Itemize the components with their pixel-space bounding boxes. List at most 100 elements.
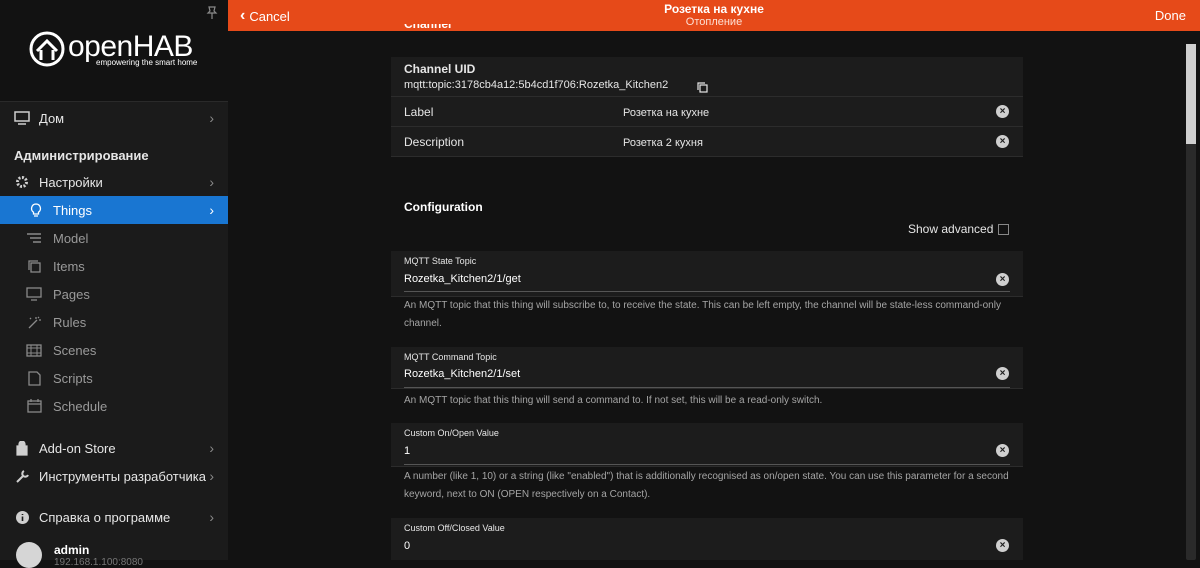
sidebar-item-label: Scenes bbox=[53, 342, 97, 358]
sidebar-item-label: Add-on Store bbox=[39, 440, 116, 456]
page-title: Розетка на кухне bbox=[664, 2, 764, 16]
off-value-input[interactable]: 0 bbox=[404, 540, 410, 552]
sidebar-item-things[interactable]: Things › bbox=[0, 196, 228, 224]
field-underline bbox=[404, 464, 1010, 465]
sidebar-item-label: Schedule bbox=[53, 398, 108, 414]
sidebar-item-help[interactable]: Справка о программе › bbox=[0, 503, 228, 531]
user-address: 192.168.1.100:8080 bbox=[54, 557, 143, 568]
label-row[interactable]: Label Розетка на кухне × bbox=[391, 97, 1023, 127]
label-key: Label bbox=[404, 105, 434, 119]
clear-icon[interactable]: × bbox=[996, 367, 1009, 380]
clear-icon[interactable]: × bbox=[996, 105, 1009, 118]
sidebar-item-model[interactable]: Model bbox=[0, 224, 228, 252]
sidebar: openHAB empowering the smart home Дом › … bbox=[0, 0, 228, 568]
on-value-input[interactable]: 1 bbox=[404, 445, 410, 457]
chevron-right-icon: › bbox=[209, 468, 214, 484]
configuration-title: Configuration bbox=[404, 200, 483, 214]
field-label: Custom Off/Closed Value bbox=[404, 523, 505, 533]
field-help-text: An MQTT topic that this thing will subsc… bbox=[404, 300, 1001, 329]
sidebar-item-settings[interactable]: Настройки › bbox=[0, 168, 228, 196]
shopping-bag-icon bbox=[14, 440, 30, 456]
sidebar-item-label: Model bbox=[53, 230, 89, 246]
field-underline bbox=[404, 387, 1010, 388]
sidebar-item-label: Pages bbox=[53, 286, 90, 302]
sidebar-item-developer-tools[interactable]: Инструменты разработчика › bbox=[0, 462, 228, 490]
sidebar-item-label: Scripts bbox=[53, 370, 93, 386]
calendar-icon bbox=[26, 398, 42, 414]
config-field-command-topic[interactable]: MQTT Command Topic Rozetka_Kitchen2/1/se… bbox=[391, 347, 1023, 389]
sidebar-item-schedule[interactable]: Schedule bbox=[0, 392, 228, 420]
description-key: Description bbox=[404, 135, 465, 149]
sidebar-item-label: Справка о программе bbox=[39, 509, 171, 525]
items-icon bbox=[26, 258, 42, 274]
config-field-state-topic[interactable]: MQTT State Topic Rozetka_Kitchen2/1/get … bbox=[391, 251, 1023, 297]
avatar bbox=[16, 542, 42, 568]
field-label: MQTT Command Topic bbox=[404, 352, 497, 362]
description-input[interactable]: Розетка 2 кухня bbox=[623, 137, 703, 149]
chevron-right-icon: › bbox=[209, 110, 214, 126]
lightbulb-icon bbox=[28, 202, 44, 218]
gear-icon bbox=[14, 174, 30, 190]
channel-uid-row: Channel UID mqtt:topic:3178cb4a12:5b4cd1… bbox=[391, 57, 1023, 97]
pin-icon[interactable] bbox=[206, 6, 220, 20]
sidebar-item-label: Дом bbox=[39, 110, 65, 126]
show-advanced-checkbox[interactable] bbox=[998, 223, 1010, 235]
logo-area: openHAB empowering the smart home bbox=[0, 0, 228, 102]
channel-uid-value: mqtt:topic:3178cb4a12:5b4cd1f706:Rozetka… bbox=[404, 79, 669, 91]
channel-section-title: Channel bbox=[404, 24, 452, 31]
command-topic-input[interactable]: Rozetka_Kitchen2/1/set bbox=[404, 368, 520, 380]
sidebar-item-scenes[interactable]: Scenes bbox=[0, 336, 228, 364]
sidebar-item-addon-store[interactable]: Add-on Store › bbox=[0, 434, 228, 462]
scrollbar[interactable] bbox=[1186, 44, 1196, 560]
clear-icon[interactable]: × bbox=[996, 539, 1009, 552]
magic-wand-icon bbox=[26, 314, 42, 330]
field-label: MQTT State Topic bbox=[404, 256, 477, 266]
field-label: Custom On/Open Value bbox=[404, 428, 499, 438]
config-field-on-value[interactable]: Custom On/Open Value 1 × bbox=[391, 423, 1023, 467]
sidebar-item-label: Items bbox=[53, 258, 85, 274]
user-name: admin bbox=[54, 543, 90, 557]
sidebar-item-pages[interactable]: Pages bbox=[0, 280, 228, 308]
film-icon bbox=[26, 342, 42, 358]
monitor-icon bbox=[14, 110, 30, 126]
logo-tagline: empowering the smart home bbox=[96, 58, 198, 67]
channel-uid-label: Channel UID bbox=[404, 62, 476, 76]
list-icon bbox=[26, 230, 42, 246]
state-topic-input[interactable]: Rozetka_Kitchen2/1/get bbox=[404, 273, 521, 285]
clear-icon[interactable]: × bbox=[996, 444, 1009, 457]
show-advanced-label: Show advanced bbox=[908, 222, 994, 236]
chevron-right-icon: › bbox=[209, 174, 214, 190]
description-row[interactable]: Description Розетка 2 кухня × bbox=[391, 127, 1023, 157]
chevron-right-icon: › bbox=[209, 202, 214, 218]
info-icon bbox=[14, 509, 30, 525]
display-icon bbox=[26, 286, 42, 302]
field-help-text: An MQTT topic that this thing will send … bbox=[404, 395, 823, 406]
page-subtitle: Отопление bbox=[685, 16, 743, 28]
show-advanced-toggle[interactable]: Show advanced bbox=[908, 222, 1010, 236]
field-underline bbox=[404, 291, 1010, 292]
scrollbar-thumb[interactable] bbox=[1186, 44, 1196, 144]
navbar: ‹ Cancel Розетка на кухне Отопление Done bbox=[228, 0, 1200, 31]
sidebar-item-label: Things bbox=[53, 202, 93, 218]
chevron-right-icon: › bbox=[209, 440, 214, 456]
done-button[interactable]: Done bbox=[1155, 8, 1186, 23]
sidebar-item-scripts[interactable]: Scripts bbox=[0, 364, 228, 392]
label-input[interactable]: Розетка на кухне bbox=[623, 107, 709, 119]
config-field-off-value[interactable]: Custom Off/Closed Value 0 × bbox=[391, 518, 1023, 560]
user-profile[interactable]: admin 192.168.1.100:8080 bbox=[0, 536, 228, 568]
sidebar-item-rules[interactable]: Rules bbox=[0, 308, 228, 336]
sidebar-item-items[interactable]: Items bbox=[0, 252, 228, 280]
copy-icon[interactable] bbox=[697, 80, 708, 98]
admin-heading: Администрирование bbox=[14, 148, 149, 163]
chevron-right-icon: › bbox=[209, 509, 214, 525]
sidebar-item-label: Rules bbox=[53, 314, 87, 330]
sidebar-item-label: Настройки bbox=[39, 174, 103, 190]
sidebar-item-label: Инструменты разработчика bbox=[39, 468, 206, 484]
field-help-text: A number (like 1, 10) or a string (like … bbox=[404, 471, 1009, 500]
clear-icon[interactable]: × bbox=[996, 273, 1009, 286]
clear-icon[interactable]: × bbox=[996, 135, 1009, 148]
document-icon bbox=[26, 370, 42, 386]
wrench-icon bbox=[14, 468, 30, 484]
sidebar-item-home[interactable]: Дом › bbox=[0, 104, 228, 132]
openhab-logo-icon[interactable] bbox=[28, 30, 66, 73]
